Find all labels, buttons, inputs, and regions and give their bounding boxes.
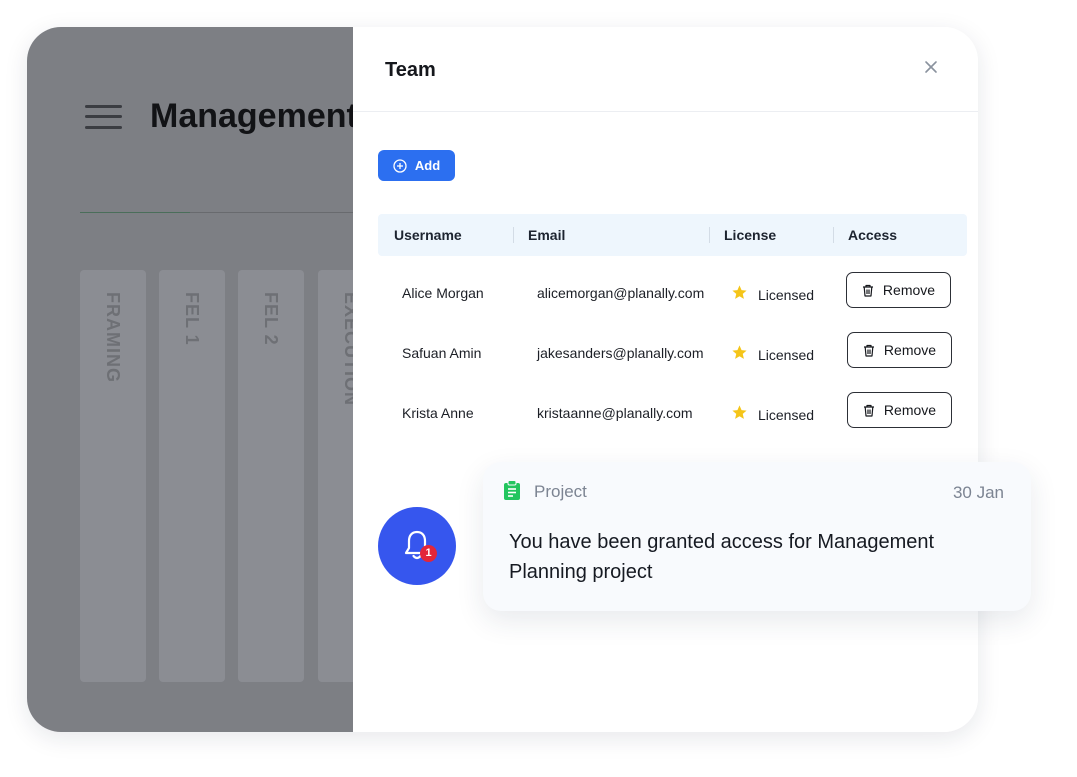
stage-column-fel2[interactable]: FEL 2 xyxy=(238,270,304,682)
column-separator xyxy=(833,227,834,243)
notification-count-badge: 1 xyxy=(420,545,437,562)
trash-icon xyxy=(863,404,874,417)
trash-icon xyxy=(862,284,873,297)
app-frame: Management FRAMING FEL 1 FEL 2 EXECUTION… xyxy=(27,27,978,732)
table-row: Krista Anne kristaanne@planally.com Lice… xyxy=(378,376,967,436)
notification-category: Project xyxy=(534,482,587,501)
email-cell: alicemorgan@planally.com xyxy=(537,285,705,301)
table-row: Alice Morgan alicemorgan@planally.com Li… xyxy=(378,256,967,316)
column-header-username: Username xyxy=(394,227,462,243)
close-icon[interactable] xyxy=(921,57,941,77)
stage-label: FEL 1 xyxy=(182,292,202,346)
star-icon xyxy=(732,285,747,299)
username-cell: Alice Morgan xyxy=(402,285,484,301)
remove-member-button[interactable]: Remove xyxy=(847,392,952,428)
background-app: Management FRAMING FEL 1 FEL 2 EXECUTION xyxy=(27,27,384,732)
stage-column-fel1[interactable]: FEL 1 xyxy=(159,270,225,682)
license-cell: Licensed xyxy=(758,347,815,363)
remove-member-button[interactable]: Remove xyxy=(847,332,952,368)
table-header: Username Email License Access xyxy=(378,214,967,256)
plus-circle-icon xyxy=(393,158,407,173)
license-cell: Licensed xyxy=(758,407,815,423)
team-table: Username Email License Access Alice Morg… xyxy=(378,214,967,436)
hamburger-menu-icon[interactable] xyxy=(85,105,122,129)
column-header-license: License xyxy=(724,227,777,243)
add-member-button[interactable]: Add xyxy=(378,150,455,181)
clipboard-icon xyxy=(504,480,520,500)
username-cell: Safuan Amin xyxy=(402,345,482,361)
stage-label: FRAMING xyxy=(103,292,123,383)
notification-bell-button[interactable]: 1 xyxy=(378,507,456,585)
trash-icon xyxy=(863,344,874,357)
column-header-access: Access xyxy=(848,227,898,243)
add-button-label: Add xyxy=(414,158,441,173)
stage-column-framing[interactable]: FRAMING xyxy=(80,270,146,682)
column-separator xyxy=(513,227,514,243)
star-icon xyxy=(732,345,747,359)
notification-date: 30 Jan xyxy=(952,483,1004,502)
email-cell: jakesanders@planally.com xyxy=(537,345,704,361)
remove-button-label: Remove xyxy=(883,342,937,358)
star-icon xyxy=(732,405,747,419)
table-row: Safuan Amin jakesanders@planally.com Lic… xyxy=(378,316,967,376)
notification-message: You have been granted access for Managem… xyxy=(509,531,935,583)
email-cell: kristaanne@planally.com xyxy=(537,405,693,421)
username-cell: Krista Anne xyxy=(402,405,474,421)
column-header-email: Email xyxy=(528,227,566,243)
panel-header: Team xyxy=(353,27,978,112)
panel-title: Team xyxy=(385,59,436,81)
notification-card[interactable]: Project 30 Jan You have been granted acc… xyxy=(483,462,1031,611)
remove-button-label: Remove xyxy=(883,402,937,418)
team-panel: Team Add Username Email License Access A… xyxy=(353,27,978,732)
page-title: Management xyxy=(150,97,358,135)
column-separator xyxy=(709,227,710,243)
license-cell: Licensed xyxy=(758,287,815,303)
stage-label: FEL 2 xyxy=(261,292,281,346)
remove-button-label: Remove xyxy=(882,282,936,298)
remove-member-button[interactable]: Remove xyxy=(846,272,951,308)
divider-accent xyxy=(80,212,190,213)
